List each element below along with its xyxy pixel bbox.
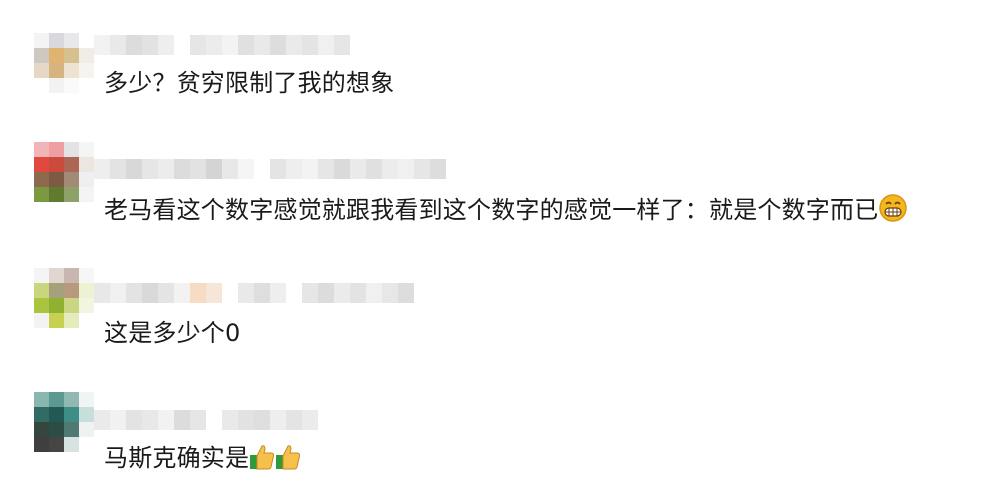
- username-blurred[interactable]: [94, 410, 318, 430]
- avatar[interactable]: [34, 268, 94, 328]
- grinning-face-icon: [878, 193, 908, 231]
- comment-text: 老马看这个数字感觉就跟我看到这个数字的感觉一样了：就是个数字而已: [104, 193, 908, 231]
- comment-text: 多少？贫穷限制了我的想象: [104, 67, 394, 99]
- thumbs-up-icon: [275, 443, 301, 479]
- username-blurred[interactable]: [94, 159, 446, 179]
- avatar[interactable]: [34, 142, 94, 202]
- comment-text-content: 老马看这个数字感觉就跟我看到这个数字的感觉一样了：就是个数字而已: [104, 196, 879, 224]
- comment-text-content: 这是多少个0: [104, 319, 241, 347]
- comment-text: 这是多少个0: [104, 317, 240, 349]
- thumbs-up-icon: [249, 443, 275, 479]
- comment-text-content: 多少？贫穷限制了我的想象: [104, 69, 395, 97]
- avatar[interactable]: [34, 33, 94, 93]
- avatar[interactable]: [34, 392, 94, 452]
- username-blurred[interactable]: [94, 35, 350, 55]
- comment-text: 马斯克确实是: [104, 442, 301, 479]
- comment-text-content: 马斯克确实是: [104, 444, 250, 472]
- username-blurred[interactable]: [94, 283, 414, 303]
